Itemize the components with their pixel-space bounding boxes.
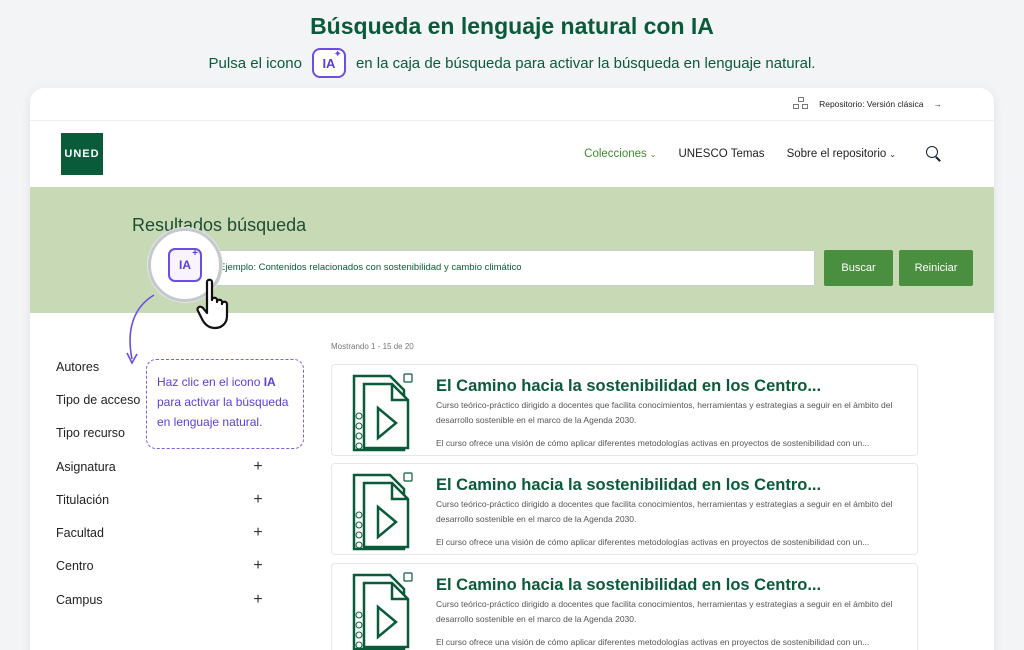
plus-icon[interactable]: + [250, 557, 266, 575]
nav-colecciones[interactable]: Colecciones ⌄ [584, 148, 656, 160]
plus-icon[interactable]: + [250, 524, 266, 542]
nav-unesco-temas[interactable]: UNESCO Temas [679, 148, 765, 160]
result-card[interactable]: El Camino hacia la sostenibilidad en los… [331, 364, 918, 456]
plus-icon[interactable]: + [250, 491, 266, 509]
intro-sub-before: Pulsa el icono [208, 54, 302, 72]
filter-asignatura[interactable]: Asignatura + [56, 450, 266, 483]
filter-label: Autores [56, 359, 100, 374]
sparkle-icon: + [192, 248, 198, 259]
result-summary: El curso ofrece una visión de cómo aplic… [436, 637, 870, 647]
filter-titulacion[interactable]: Titulación + [56, 483, 266, 516]
chevron-down-icon: ⌄ [889, 150, 896, 159]
nav-colecciones-label: Colecciones [584, 148, 647, 160]
filter-label: Campus [56, 592, 103, 607]
result-title[interactable]: El Camino hacia la sostenibilidad en los… [436, 476, 821, 495]
filter-label: Centro [56, 559, 94, 574]
result-title[interactable]: El Camino hacia la sostenibilidad en los… [436, 377, 821, 396]
filter-label: Tipo recurso [56, 426, 126, 441]
results-count: Mostrando 1 - 15 de 20 [331, 342, 414, 351]
result-card[interactable]: El Camino hacia la sostenibilidad en los… [331, 463, 918, 555]
search-placeholder: Ejemplo: Contenidos relacionados con sos… [219, 262, 522, 273]
callout-line-1: Haz clic en el icono IA [157, 372, 293, 392]
callout-bold: IA [263, 375, 276, 389]
callout-text: Haz clic en el icono [157, 375, 264, 389]
filter-facultad[interactable]: Facultad + [56, 516, 266, 549]
reset-button[interactable]: Reiniciar [899, 250, 973, 286]
filter-campus[interactable]: Campus + [56, 583, 266, 616]
uned-logo[interactable]: UNED [61, 133, 103, 175]
ia-callout: Haz clic en el icono IA para activar la … [146, 359, 304, 449]
video-document-icon [352, 572, 413, 650]
callout-line-3: en lenguaje natural. [157, 415, 263, 429]
top-bar: Repositorio: Versión clásica → [30, 88, 994, 120]
site-header: UNED Colecciones ⌄ UNESCO Temas Sobre el … [30, 120, 994, 186]
search-icon[interactable] [926, 146, 942, 162]
search-button[interactable]: Buscar [824, 250, 893, 286]
plus-icon[interactable]: + [250, 591, 266, 609]
filter-label: Asignatura [56, 459, 116, 474]
result-description: Curso teórico-práctico dirigido a docent… [436, 499, 893, 524]
plus-icon[interactable]: + [250, 458, 266, 476]
result-summary: El curso ofrece una visión de cómo aplic… [436, 537, 870, 547]
intro-title: Búsqueda en lenguaje natural con IA [310, 13, 714, 39]
filter-label: Facultad [56, 526, 104, 541]
pointer-hand-icon [196, 278, 229, 330]
filter-label: Tipo de acceso [56, 392, 141, 407]
callout-line-2: para activar la búsqueda [157, 395, 289, 409]
result-summary: El curso ofrece una visión de cómo aplic… [436, 438, 870, 448]
filter-label: Titulación [56, 492, 110, 507]
search-input[interactable]: Ejemplo: Contenidos relacionados con sos… [160, 250, 815, 286]
nav-sobre-label: Sobre el repositorio [786, 148, 887, 160]
page-title: Resultados búsqueda [132, 215, 307, 235]
ia-toggle-label: IA [179, 258, 191, 272]
result-title[interactable]: El Camino hacia la sostenibilidad en los… [436, 576, 821, 595]
classic-version-link[interactable]: Repositorio: Versión clásica [819, 99, 923, 109]
ia-search-toggle[interactable]: IA + [168, 248, 202, 282]
video-document-icon [352, 472, 413, 551]
main-nav: Colecciones ⌄ UNESCO Temas Sobre el repos… [584, 121, 942, 187]
sparkle-icon: ✦ [333, 49, 342, 60]
result-description: Curso teórico-práctico dirigido a docent… [436, 599, 893, 624]
filter-centro[interactable]: Centro + [56, 550, 266, 583]
nav-sobre-repositorio[interactable]: Sobre el repositorio ⌄ [787, 148, 896, 160]
repository-icon [793, 97, 809, 111]
repository-page: Repositorio: Versión clásica → UNED Cole… [30, 88, 994, 650]
ia-icon: IA ✦ [311, 48, 346, 78]
chevron-down-icon: ⌄ [649, 150, 657, 159]
intro-sub-after: en la caja de búsqueda para activar la b… [355, 54, 816, 72]
video-document-icon [352, 373, 413, 452]
arrow-right-icon: → [933, 99, 943, 109]
result-card[interactable]: El Camino hacia la sostenibilidad en los… [331, 563, 918, 650]
result-description: Curso teórico-práctico dirigido a docent… [436, 400, 893, 425]
intro-subtitle: Pulsa el icono IA ✦ en la caja de búsque… [0, 48, 1024, 78]
